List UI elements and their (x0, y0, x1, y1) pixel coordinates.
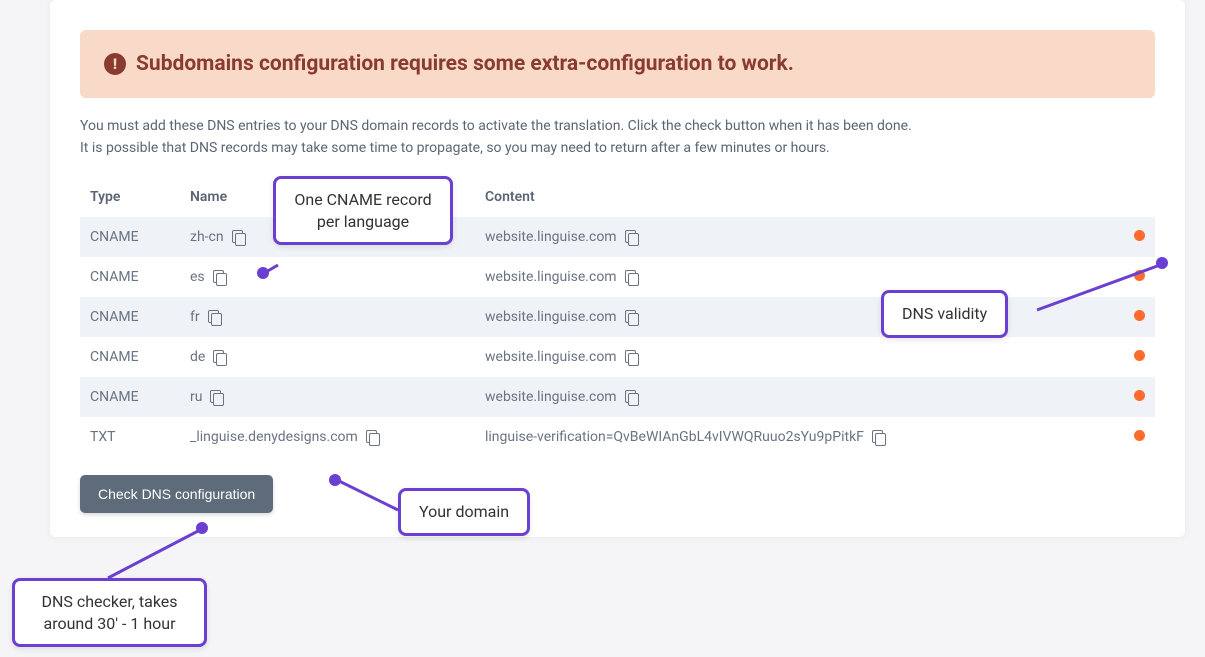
copy-icon[interactable] (210, 390, 224, 404)
status-dot-icon (1134, 430, 1145, 441)
cell-type: TXT (80, 417, 180, 457)
cell-name-text: de (190, 349, 205, 365)
alert-icon: ! (104, 53, 126, 75)
cell-name: fr (180, 297, 475, 337)
cell-content-text: website.linguise.com (485, 349, 617, 365)
cell-type: CNAME (80, 377, 180, 417)
copy-icon[interactable] (625, 270, 639, 284)
cell-content-text: website.linguise.com (485, 269, 617, 285)
cell-status (1115, 377, 1155, 417)
table-row: TXT _linguise.denydesigns.com linguise-ver… (80, 417, 1155, 457)
cell-content: website.linguise.com (475, 257, 1115, 297)
cell-type: CNAME (80, 337, 180, 377)
cell-name-text: _linguise.denydesigns.com (190, 429, 358, 445)
header-status (1115, 177, 1155, 217)
status-dot-icon (1134, 270, 1145, 281)
cell-content-text: website.linguise.com (485, 389, 617, 405)
dns-config-card: ! Subdomains configuration requires some… (50, 0, 1185, 537)
table-row: CNAME de website.linguise.com (80, 337, 1155, 377)
cell-content-text: linguise-verification=QvBeWIAnGbL4vIVWQR… (485, 429, 864, 445)
copy-icon[interactable] (366, 430, 380, 444)
cell-name: de (180, 337, 475, 377)
cell-status (1115, 417, 1155, 457)
check-dns-button[interactable]: Check DNS configuration (80, 475, 273, 513)
copy-icon[interactable] (625, 230, 639, 244)
header-type: Type (80, 177, 180, 217)
cell-status (1115, 217, 1155, 257)
status-dot-icon (1134, 350, 1145, 361)
cell-status (1115, 337, 1155, 377)
copy-icon[interactable] (208, 310, 222, 324)
instructions-text: You must add these DNS entries to your D… (80, 116, 1155, 159)
table-header-row: Type Name Content (80, 177, 1155, 217)
cell-type: CNAME (80, 217, 180, 257)
cell-name-text: ru (190, 389, 202, 405)
cell-content: website.linguise.com (475, 377, 1115, 417)
cell-name-text: zh-cn (190, 229, 224, 245)
copy-icon[interactable] (213, 350, 227, 364)
cell-name-text: fr (190, 309, 200, 325)
cell-name: es (180, 257, 475, 297)
cell-content: website.linguise.com (475, 217, 1115, 257)
cell-name: ru (180, 377, 475, 417)
copy-icon[interactable] (213, 270, 227, 284)
cell-type: CNAME (80, 297, 180, 337)
table-row: CNAME ru website.linguise.com (80, 377, 1155, 417)
callout-cname: One CNAME record per language (273, 176, 453, 245)
header-content: Content (475, 177, 1115, 217)
cell-name: _linguise.denydesigns.com (180, 417, 475, 457)
cell-status (1115, 257, 1155, 297)
cell-content: website.linguise.com (475, 337, 1115, 377)
alert-text: Subdomains configuration requires some e… (136, 52, 794, 76)
callout-checker: DNS checker, takes around 30' - 1 hour (12, 578, 207, 647)
copy-icon[interactable] (625, 390, 639, 404)
instructions-line2: It is possible that DNS records may take… (80, 140, 830, 156)
cell-content-text: website.linguise.com (485, 309, 617, 325)
table-row: CNAME zh-cn website.linguise.com (80, 217, 1155, 257)
cell-content: linguise-verification=QvBeWIAnGbL4vIVWQR… (475, 417, 1115, 457)
copy-icon[interactable] (625, 350, 639, 364)
callout-validity: DNS validity (881, 290, 1008, 338)
cell-type: CNAME (80, 257, 180, 297)
alert-banner: ! Subdomains configuration requires some… (80, 30, 1155, 98)
cell-content-text: website.linguise.com (485, 229, 617, 245)
instructions-line1: You must add these DNS entries to your D… (80, 118, 912, 134)
copy-icon[interactable] (872, 430, 886, 444)
callout-domain: Your domain (398, 488, 530, 536)
copy-icon[interactable] (232, 230, 246, 244)
cell-status (1115, 297, 1155, 337)
status-dot-icon (1134, 230, 1145, 241)
status-dot-icon (1134, 390, 1145, 401)
cell-name-text: es (190, 269, 205, 285)
status-dot-icon (1134, 310, 1145, 321)
cell-content: website.linguise.com (475, 297, 1115, 337)
copy-icon[interactable] (625, 310, 639, 324)
